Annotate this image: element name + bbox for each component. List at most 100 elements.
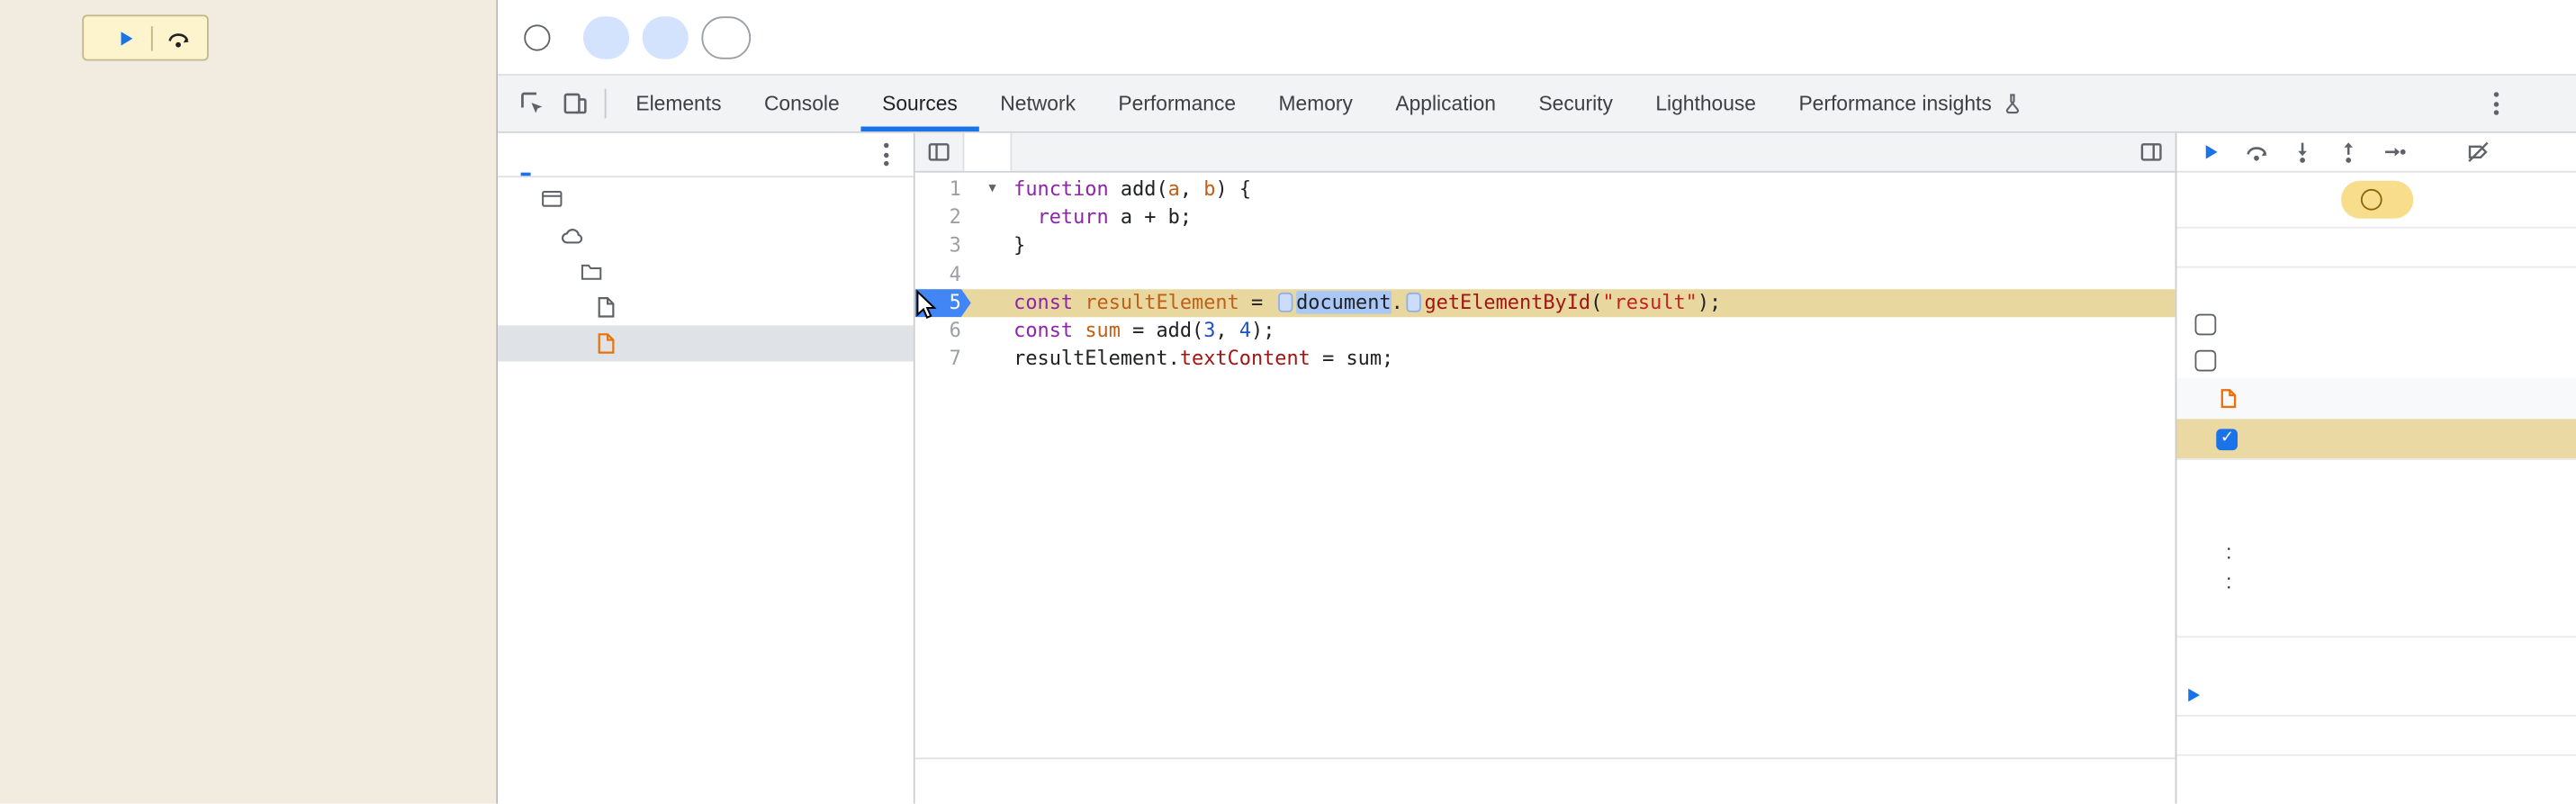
overlay-resume-button[interactable] (113, 25, 138, 50)
inline-breakpoint-marker[interactable] (1277, 292, 1293, 312)
code-token: const (1013, 318, 1074, 342)
debugger-sidebar-toggle-icon[interactable] (2126, 133, 2175, 171)
pause-uncaught-exceptions-row[interactable] (2176, 305, 2576, 341)
breakpoint-line-number[interactable]: 5 (915, 289, 971, 317)
tab-application[interactable]: Application (1374, 76, 1518, 131)
code-token: b (1203, 177, 1216, 201)
tree-item-index-html[interactable] (498, 289, 914, 325)
line-number[interactable]: 3 (915, 232, 971, 260)
tab-lighthouse[interactable]: Lighthouse (1635, 76, 1778, 131)
code-token: ( (1590, 290, 1603, 314)
tab-label: Elements (635, 92, 722, 115)
overlay-step-over-button[interactable] (166, 25, 190, 50)
inline-breakpoint-marker[interactable] (1406, 292, 1421, 312)
checkbox-unchecked[interactable] (2194, 312, 2217, 335)
code-token: textContent (1179, 347, 1311, 370)
step-into-button[interactable] (2289, 138, 2317, 166)
code-token: 3 (1203, 318, 1216, 342)
folder-icon (580, 261, 603, 281)
code-text: resultElement.textContent = sum; (1013, 346, 1393, 374)
html-file-icon (597, 296, 617, 320)
section-watch[interactable] (2176, 226, 2576, 266)
section-xhr-breakpoints[interactable] (2176, 714, 2576, 754)
code-token: ); (1697, 290, 1722, 314)
line-number[interactable]: 4 (915, 260, 971, 288)
fold-gutter (971, 232, 1013, 260)
info-icon (524, 23, 551, 50)
code-token: ); (1251, 318, 1275, 342)
code-text: return a + b; (1013, 204, 1192, 232)
step-button[interactable] (2381, 138, 2409, 166)
settings-gear-icon[interactable] (2428, 82, 2471, 124)
tab-memory[interactable]: Memory (1257, 76, 1374, 131)
call-stack-frame[interactable] (2176, 675, 2576, 715)
js-file-icon (2220, 388, 2238, 410)
tab-sources[interactable]: Sources (860, 76, 979, 132)
section-dom-breakpoints[interactable] (2176, 754, 2576, 794)
tab-elements[interactable]: Elements (615, 76, 743, 131)
tab-label: Security (1538, 92, 1613, 115)
code-token: a + b; (1108, 205, 1193, 230)
step-out-button[interactable] (2335, 138, 2363, 166)
tabstrip-spacer (1012, 133, 2126, 171)
fold-gutter (971, 317, 1013, 345)
device-toolbar-icon[interactable] (554, 82, 596, 124)
dont-show-again-button[interactable] (701, 15, 752, 59)
navigator-menu-kebab-icon[interactable] (864, 133, 906, 176)
code-token: = sum; (1310, 347, 1394, 370)
checkbox-checked[interactable] (2216, 428, 2238, 450)
tab-label: Network (1000, 92, 1076, 115)
navigator-toggle-icon[interactable] (915, 132, 965, 171)
tab-security[interactable]: Security (1518, 76, 1635, 131)
tree-item-top[interactable] (498, 181, 914, 217)
tree-item-file-origin[interactable] (498, 217, 914, 253)
code-token: , (1179, 177, 1204, 201)
editor-tab-script-js[interactable] (964, 132, 1013, 171)
tree-item-project-folder[interactable] (498, 253, 914, 289)
line-number[interactable]: 2 (915, 204, 971, 232)
resume-button[interactable] (2196, 138, 2224, 166)
navigator-tab-page[interactable] (514, 133, 537, 176)
breakpoint-entry[interactable] (2176, 419, 2576, 459)
tab-console[interactable]: Console (743, 76, 860, 131)
code-token: a (1167, 177, 1180, 201)
line-number[interactable]: 1 (915, 176, 971, 203)
fold-arrow-icon[interactable]: ▾ (971, 176, 1013, 203)
fold-gutter (971, 260, 1013, 288)
scope-group-global[interactable] (2176, 597, 2576, 637)
devtools-close-icon[interactable] (2520, 82, 2562, 124)
current-frame-icon (2188, 688, 2201, 702)
breakpoint-file-group[interactable] (2176, 377, 2576, 420)
section-scope[interactable] (2176, 458, 2576, 498)
step-over-button[interactable] (2242, 138, 2270, 166)
tab-performance[interactable]: Performance (1097, 76, 1257, 131)
code-token: return (1037, 205, 1109, 230)
switch-to-japanese-button[interactable] (642, 15, 689, 59)
inspect-icon[interactable] (511, 82, 554, 124)
section-breakpoints[interactable] (2176, 266, 2576, 306)
pause-caught-exceptions-row[interactable] (2176, 342, 2576, 378)
line-number[interactable]: 6 (915, 317, 971, 345)
code-line-2: 2 return a + b; (915, 204, 2175, 232)
section-call-stack[interactable] (2176, 636, 2576, 675)
flask-icon (2006, 94, 2020, 114)
resume-icon (121, 31, 133, 45)
code-text: } (1013, 232, 1025, 260)
tree-item-script-js[interactable] (498, 325, 914, 362)
code-text: function add(a, b) { (1013, 176, 1251, 203)
devtools-window: Elements Console Sources Network Performance… (496, 0, 2576, 804)
checkbox-unchecked[interactable] (2194, 348, 2217, 371)
code-text: const resultElement = document. getElemen… (1013, 289, 1721, 317)
tab-performance-insights[interactable]: Performance insights (1778, 76, 2046, 131)
debugger-sidebar (2175, 132, 2576, 804)
flask-icon (2002, 92, 2025, 115)
tab-network[interactable]: Network (979, 76, 1097, 131)
navigator-tab-workspace[interactable] (541, 133, 564, 176)
deactivate-breakpoints-button[interactable] (2464, 138, 2492, 166)
code-token: . (1391, 290, 1403, 314)
more-options-kebab-icon[interactable] (2474, 82, 2517, 124)
scope-variable-resultElement (2176, 538, 2576, 567)
always-match-language-button[interactable] (582, 15, 630, 59)
line-number[interactable]: 7 (915, 346, 971, 374)
scope-group-script[interactable] (2176, 498, 2576, 538)
